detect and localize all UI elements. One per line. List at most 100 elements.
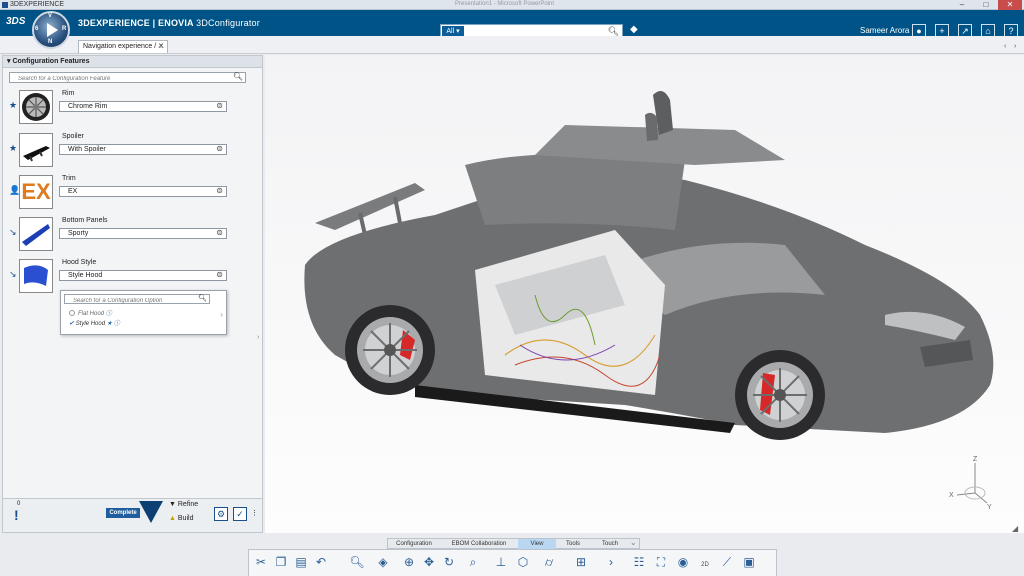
spoiler-thumbnail[interactable] [19,133,53,167]
resize-handle-icon[interactable]: ◢ [1012,524,1018,533]
option-popup: 🔍︎ Flat Hood ⓘ ✔ Style Hood ★ ⓘ › [60,290,227,335]
build-button[interactable]: ▲ Build [169,515,193,522]
refine-button[interactable]: ▼ Refine [169,501,198,508]
menu-icon[interactable]: ⋮ [251,509,258,517]
compass-button[interactable]: V R N 6 [32,11,70,49]
compass-east[interactable]: R [62,26,66,32]
feature-search: 🔍︎ [9,72,246,84]
cylinder-icon[interactable]: ⌭ [541,554,557,571]
tab-close-icon[interactable]: ✕ [158,41,164,53]
eye-icon[interactable]: ◉ [675,554,691,571]
tab-configuration[interactable]: Configuration [388,539,440,549]
chevron-down-icon[interactable]: ⌄ [630,538,637,547]
rules-icon[interactable]: ⚙ [214,507,228,521]
compass-west[interactable]: 6 [35,26,38,32]
dropdown-icon[interactable]: ⊜ [216,186,223,196]
2d3d-icon[interactable]: 2D [697,554,713,571]
arrow-icon: ↘ [9,227,17,237]
display-icon[interactable]: ▣ [741,554,757,571]
rotate-icon[interactable]: ↻ [441,554,457,571]
map-icon[interactable]: ⛶ [653,554,669,571]
zoom-area-icon[interactable]: ⌕ [465,554,481,571]
dropdown-icon[interactable]: ⊜ [216,228,223,238]
rear-wheel [345,305,435,395]
chevron-right-icon[interactable]: › [220,310,223,319]
tab-prev-icon[interactable]: ‹ [1004,43,1006,50]
layout-icon[interactable]: ⊞ [573,554,589,571]
dropdown-icon[interactable]: ⊜ [216,270,223,280]
feature-select[interactable]: EX ⊜ [59,186,227,197]
feature-search-input[interactable] [10,74,230,84]
feature-name: Spoiler [62,133,84,140]
bottom-panels-thumbnail[interactable] [19,217,53,251]
tab-view[interactable]: View [518,539,556,549]
compass-south[interactable]: N [48,39,52,45]
configuration-panel: ▾ Configuration Features 🔍︎ ★ Rim Chrome… [2,55,263,533]
feature-bottom-panels: ↘ Bottom Panels Sporty ⊜ [3,217,243,257]
tab-next-icon[interactable]: › [1014,43,1016,50]
tab-tools[interactable]: Tools [556,539,590,549]
minimize-button[interactable]: – [950,0,974,10]
top-bar: 3DS 3DEXPERIENCE | ENOVIA 3DConfigurator… [0,10,1024,39]
panel-collapse-icon[interactable]: › [257,334,259,341]
arrow-icon: ↘ [9,269,17,279]
3d-viewer[interactable] [265,55,1024,533]
play-icon[interactable] [47,23,58,37]
feature-name: Bottom Panels [62,217,108,224]
fit-all-icon[interactable]: ⊕ [401,554,417,571]
maximize-button[interactable]: □ [974,0,998,10]
paste-icon[interactable]: ▤ [293,554,309,571]
car-model[interactable] [265,55,1024,533]
tree-icon[interactable]: ☷ [631,554,647,571]
axis-triad[interactable]: Z X Y [945,455,995,510]
scissors-icon[interactable]: ✂ [253,554,269,571]
compass-north[interactable]: V [48,13,52,19]
tab-navigation-experience[interactable]: Navigation experience / ... ✕ [78,40,168,53]
info-icon[interactable]: ⓘ [106,311,112,317]
rim-thumbnail[interactable] [19,90,53,124]
svg-text:Y: Y [987,504,992,510]
feature-select[interactable]: Chrome Rim ⊜ [59,101,227,112]
tab-ebom-collaboration[interactable]: EBOM Collaboration [440,539,518,549]
tab-label: Navigation experience / ... [83,43,164,50]
feature-select[interactable]: Style Hood ⊜ [59,270,227,281]
option-flat-hood[interactable]: Flat Hood ⓘ [69,308,112,317]
pan-icon[interactable]: ✥ [421,554,437,571]
search-icon[interactable]: 🔍︎ [233,72,243,81]
measure-icon[interactable]: ⟋ [719,554,735,571]
star-icon: ★ [106,321,113,327]
iso-view-icon[interactable]: ⬡ [515,554,531,571]
star-icon: ★ [9,143,18,153]
undo-icon[interactable]: ↶ [313,554,329,571]
feature-rim: ★ Rim Chrome Rim ⊜ [3,90,243,130]
feature-spoiler: ★ Spoiler With Spoiler ⊜ [3,133,243,173]
user-name[interactable]: Sameer Arora [860,26,909,35]
next-icon[interactable]: › [603,554,619,571]
checkmark-icon: ✔ [69,321,75,327]
copy-icon[interactable]: ❐ [273,554,289,571]
close-button[interactable]: ✕ [998,0,1022,10]
warning-icon[interactable]: ! [14,507,19,523]
feature-select[interactable]: With Spoiler ⊜ [59,144,227,155]
front-wheel [735,350,825,440]
option-search-input[interactable] [65,297,195,305]
radio-icon[interactable] [69,310,75,316]
tag-icon[interactable]: ◆ [630,24,638,35]
info-icon[interactable]: ⓘ [114,321,120,327]
window-title: 3DEXPERIENCE [10,1,65,8]
trim-thumbnail[interactable]: EX [19,175,53,209]
search-icon[interactable]: 🔍︎ [198,294,207,302]
view-cube-icon[interactable]: ◈ [375,554,391,571]
dropdown-icon[interactable]: ⊜ [216,144,223,154]
action-bar: ✂ ❐ ▤ ↶ 🔍︎ ◈ ⊕ ✥ ↻ ⌕ ⊥ ⬡ ⌭ ⊞ › ☷ ⛶ ◉ 2D … [248,549,777,576]
tab-touch[interactable]: Touch [590,539,630,549]
feature-name: Trim [62,175,76,182]
filter-options-icon[interactable]: ✓ [233,507,247,521]
hood-style-thumbnail[interactable] [19,259,53,293]
dropdown-icon[interactable]: ⊜ [216,101,223,111]
zoom-icon[interactable]: 🔍︎ [349,554,365,571]
panel-header[interactable]: ▾ Configuration Features [3,56,262,68]
option-style-hood[interactable]: ✔ Style Hood ★ ⓘ [69,318,120,327]
feature-select[interactable]: Sporty ⊜ [59,228,227,239]
normal-view-icon[interactable]: ⊥ [493,554,509,571]
